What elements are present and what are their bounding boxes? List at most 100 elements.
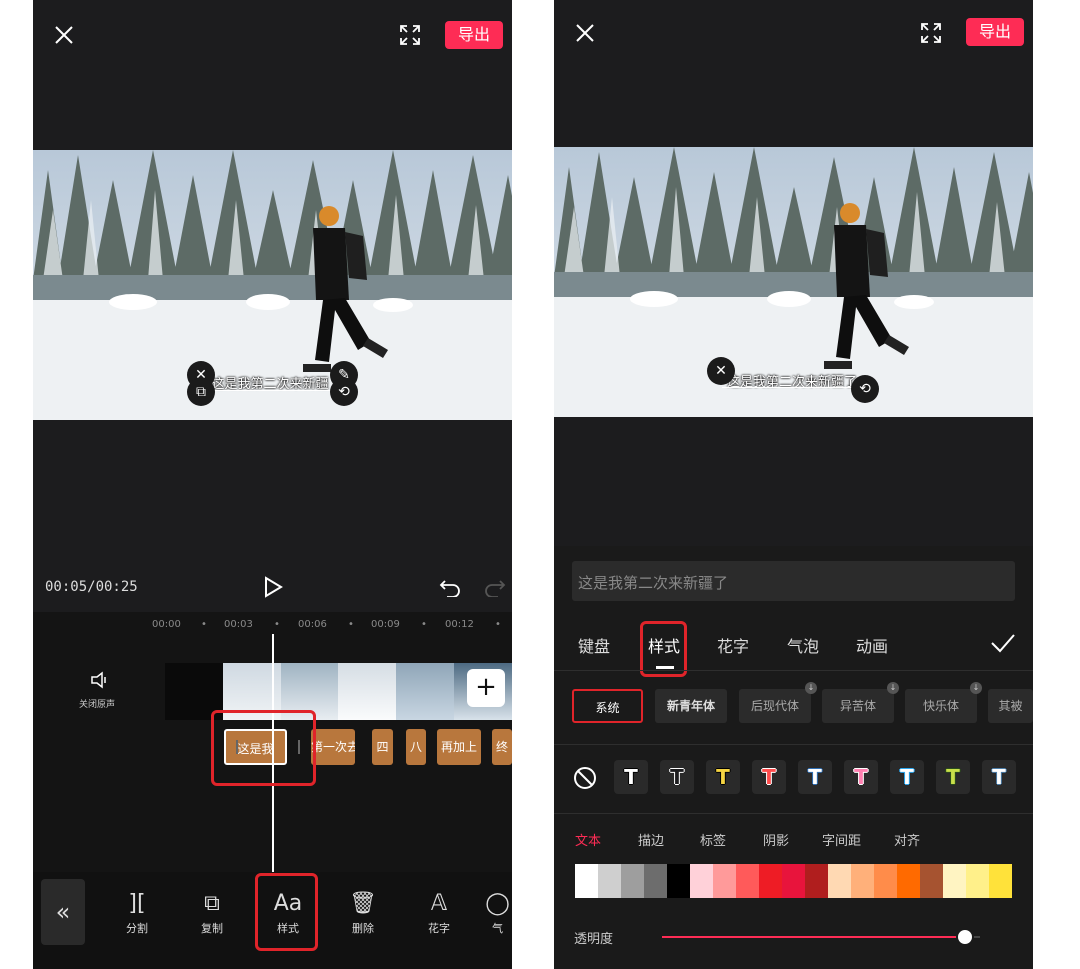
ruler-tick: 00:09 — [371, 619, 400, 630]
subtab-shadow[interactable]: 阴影 — [763, 830, 789, 849]
add-clip-button[interactable]: + — [467, 669, 505, 707]
subtitle-frame — [722, 387, 862, 388]
delete-button[interactable]: 🗑︎ 删除 — [337, 890, 389, 936]
confirm-icon[interactable] — [990, 633, 1016, 657]
time-ruler: 00:00 • 00:03 • 00:06 • 00:09 • 00:12 • — [33, 619, 512, 633]
collapse-icon[interactable]: « — [41, 879, 85, 945]
bubble-label: 气 — [492, 922, 503, 935]
split-icon: ][ — [128, 891, 146, 916]
mute-label[interactable]: 关闭原声 — [79, 697, 115, 710]
color-swatch[interactable] — [713, 864, 736, 898]
opacity-slider-handle[interactable] — [956, 928, 974, 946]
color-swatch[interactable] — [828, 864, 851, 898]
text-style-option[interactable]: T — [890, 760, 924, 794]
font-option[interactable]: 异苦体 — [822, 689, 894, 723]
font-option[interactable]: 后现代体 — [739, 689, 811, 723]
ruler-tick: 00:03 — [224, 619, 253, 630]
ruler-dot: • — [421, 619, 427, 630]
track-thumbnail — [396, 663, 455, 720]
font-system[interactable]: 系统 — [572, 689, 643, 723]
color-swatch[interactable] — [644, 864, 667, 898]
no-style-icon[interactable] — [573, 766, 597, 794]
close-icon[interactable] — [574, 22, 596, 44]
subtab-label[interactable]: 标签 — [700, 830, 726, 849]
tab-keyboard[interactable]: 键盘 — [578, 633, 610, 657]
copy-icon: ⧉ — [204, 891, 220, 916]
subtab-stroke[interactable]: 描边 — [638, 830, 664, 849]
subtab-align[interactable]: 对齐 — [894, 830, 920, 849]
speaker-icon[interactable] — [89, 670, 111, 694]
text-style-option[interactable]: T — [614, 760, 648, 794]
text-style-option[interactable]: T — [936, 760, 970, 794]
video-preview[interactable]: 这是我第二次来新疆了 ✕ ⟲ — [554, 147, 1033, 417]
color-swatch[interactable] — [759, 864, 782, 898]
close-icon[interactable] — [53, 24, 75, 46]
fullscreen-icon[interactable] — [920, 22, 942, 44]
bubble-button[interactable]: ◯ 气 — [483, 890, 512, 936]
text-style-option[interactable]: T — [706, 760, 740, 794]
split-button[interactable]: ][ 分割 — [111, 890, 163, 936]
divider — [554, 744, 1033, 745]
video-preview[interactable]: 这是我第二次来新疆 ✕ ✎ ⧉ ⟲ — [33, 150, 512, 420]
color-swatch[interactable] — [920, 864, 943, 898]
divider — [554, 670, 1033, 671]
fullscreen-icon[interactable] — [399, 24, 421, 46]
color-swatch[interactable] — [782, 864, 805, 898]
color-swatch[interactable] — [874, 864, 897, 898]
time-display: 00:05/00:25 — [45, 579, 138, 595]
ruler-dot: • — [201, 619, 207, 630]
font-option[interactable]: 快乐体 — [905, 689, 977, 723]
rotate-scale-icon[interactable]: ⟲ — [330, 378, 358, 406]
divider — [554, 813, 1033, 814]
color-swatch[interactable] — [690, 864, 713, 898]
fancy-text-label: 花字 — [428, 922, 450, 935]
color-swatch[interactable] — [966, 864, 989, 898]
ruler-tick: 00:06 — [298, 619, 327, 630]
tab-fancy-text[interactable]: 花字 — [717, 633, 749, 657]
tab-bubble[interactable]: 气泡 — [787, 633, 819, 657]
color-swatch[interactable] — [575, 864, 598, 898]
rotate-scale-icon[interactable]: ⟲ — [851, 375, 879, 403]
color-swatch[interactable] — [621, 864, 644, 898]
subtab-spacing[interactable]: 字间距 — [822, 830, 861, 849]
text-style-option[interactable]: T — [752, 760, 786, 794]
export-button[interactable]: 导出 — [966, 18, 1024, 46]
undo-icon[interactable] — [439, 577, 461, 601]
tab-animation[interactable]: 动画 — [856, 633, 888, 657]
copy-icon[interactable]: ⧉ — [187, 378, 215, 406]
subtab-text[interactable]: 文本 — [575, 830, 601, 849]
font-option[interactable]: 其被 — [988, 689, 1033, 723]
text-style-option[interactable]: T — [798, 760, 832, 794]
color-swatch[interactable] — [851, 864, 874, 898]
color-swatch[interactable] — [989, 864, 1012, 898]
font-option[interactable]: 新青年体 — [655, 689, 727, 723]
text-style-option[interactable]: T — [660, 760, 694, 794]
text-segment[interactable]: 第一次去 — [311, 729, 355, 765]
export-button[interactable]: 导出 — [445, 21, 503, 49]
ruler-tick: 00:12 — [445, 619, 474, 630]
fancy-text-icon: 𝔸 — [430, 891, 448, 916]
track-thumbnail — [338, 663, 397, 720]
fancy-text-button[interactable]: 𝔸 花字 — [413, 890, 465, 936]
color-swatch[interactable] — [897, 864, 920, 898]
text-input[interactable]: 这是我第二次来新疆了 — [572, 561, 1015, 601]
text-style-option[interactable]: T — [982, 760, 1016, 794]
color-swatch[interactable] — [943, 864, 966, 898]
ruler-tick: 00:00 — [152, 619, 181, 630]
text-segment[interactable]: 八 — [406, 729, 426, 765]
close-icon[interactable]: ✕ — [707, 357, 735, 385]
opacity-slider-track[interactable] — [662, 928, 980, 946]
color-swatch[interactable] — [736, 864, 759, 898]
opacity-label: 透明度 — [574, 932, 614, 947]
color-swatch[interactable] — [805, 864, 828, 898]
text-segment[interactable]: 终 — [492, 729, 512, 765]
text-segment[interactable]: 四 — [372, 729, 393, 765]
left-screen: 导出 这是我第二次来新疆 ✕ ✎ ⧉ ⟲ 00:05/00:25 00:00 •… — [33, 0, 512, 969]
color-swatch[interactable] — [598, 864, 621, 898]
text-style-option[interactable]: T — [844, 760, 878, 794]
color-swatch[interactable] — [667, 864, 690, 898]
play-icon[interactable] — [263, 576, 283, 602]
right-screen: 导出 这是我第二次来新疆了 ✕ ⟲ 这是我第二次来新疆了 键盘 样式 花字 气泡… — [554, 0, 1033, 969]
text-segment[interactable]: 再加上 — [437, 729, 481, 765]
copy-button[interactable]: ⧉ 复制 — [186, 890, 238, 936]
